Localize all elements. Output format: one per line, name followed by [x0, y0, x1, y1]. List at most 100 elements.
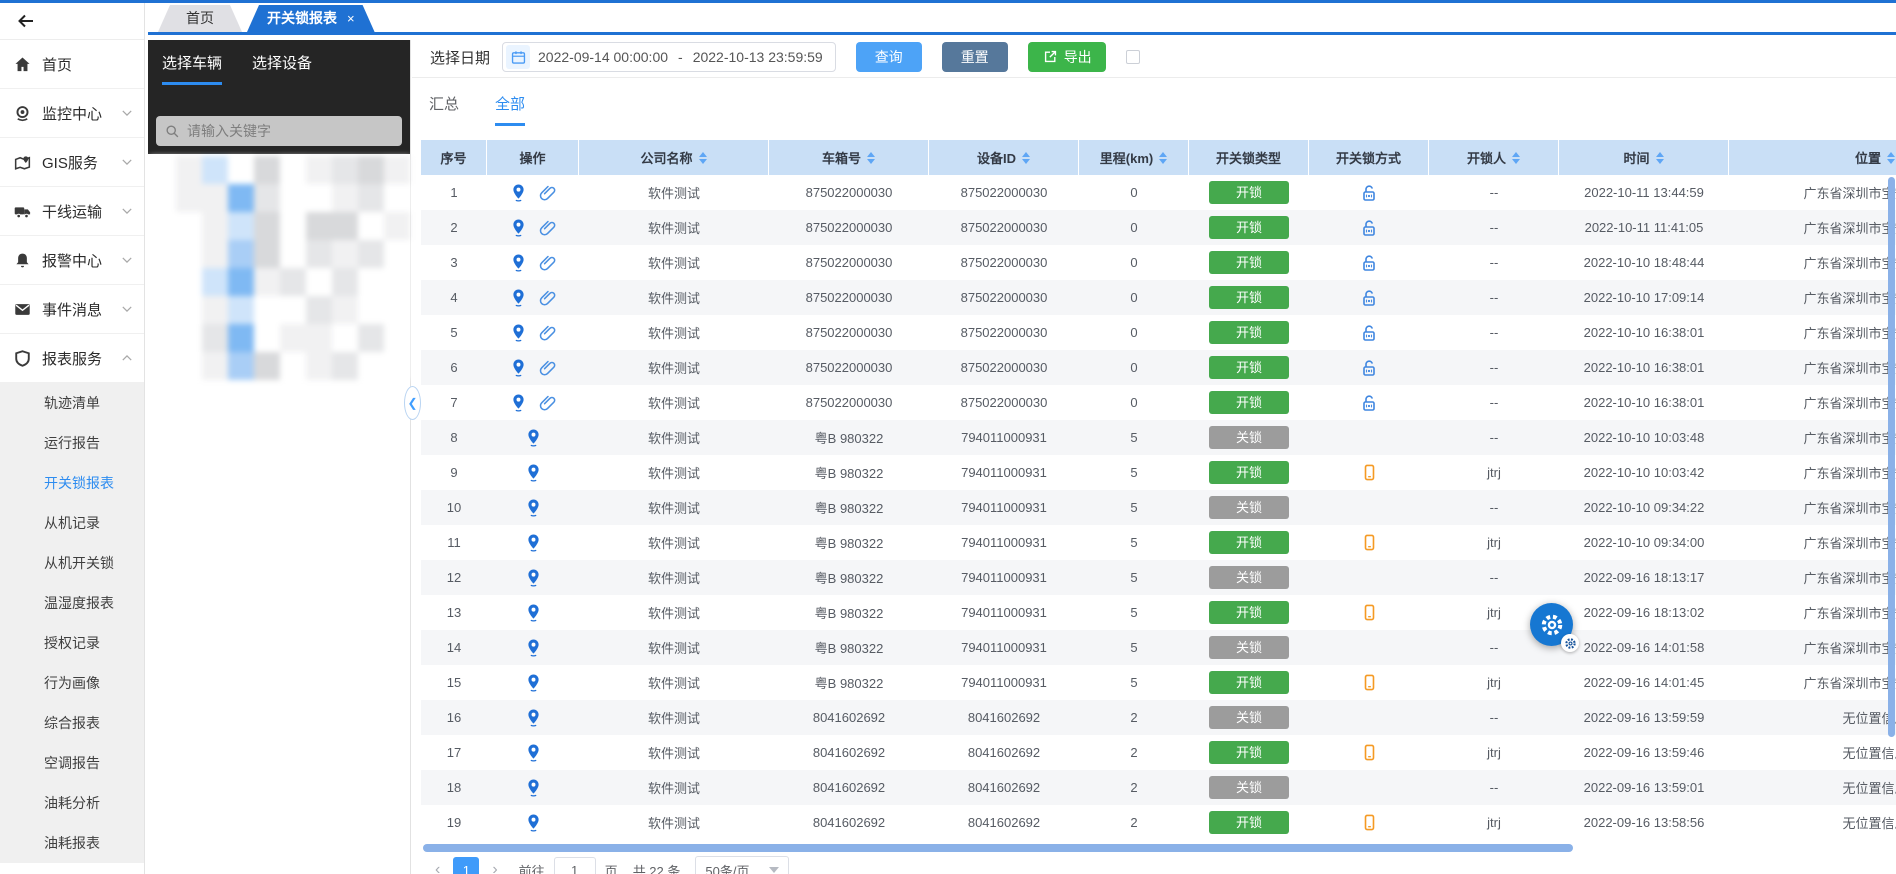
- sidebar-item-首页[interactable]: 首页: [0, 40, 144, 89]
- collapse-panel-button[interactable]: ❮: [404, 386, 421, 420]
- locate-pin-icon[interactable]: [525, 638, 542, 657]
- locate-pin-icon[interactable]: [510, 358, 527, 377]
- tab-summary[interactable]: 汇总: [429, 93, 459, 126]
- sidebar-item-报警中心[interactable]: 报警中心: [0, 236, 144, 285]
- sort-carets-icon[interactable]: [1887, 151, 1895, 164]
- attachment-icon[interactable]: [539, 254, 557, 272]
- attachment-icon[interactable]: [539, 359, 557, 377]
- submenu-item-从机开关锁[interactable]: 从机开关锁: [0, 543, 144, 583]
- reset-button[interactable]: 重置: [941, 42, 1008, 72]
- column-header-公司名称[interactable]: 公司名称: [579, 140, 769, 175]
- column-header-里程(km)[interactable]: 里程(km): [1079, 140, 1189, 175]
- column-header-设备ID[interactable]: 设备ID: [929, 140, 1079, 175]
- submenu-item-运行报告[interactable]: 运行报告: [0, 423, 144, 463]
- locate-pin-icon[interactable]: [510, 288, 527, 307]
- cell-opener: --: [1489, 570, 1499, 585]
- submenu-item-行为画像[interactable]: 行为画像: [0, 663, 144, 703]
- lock-type-badge: 开锁: [1209, 216, 1289, 239]
- column-header-位置[interactable]: 位置: [1729, 140, 1896, 175]
- next-page-button[interactable]: ›: [488, 861, 501, 874]
- sort-carets-icon[interactable]: [1022, 151, 1030, 164]
- current-page-button[interactable]: 1: [453, 857, 480, 874]
- page-size-select[interactable]: 50条/页: [695, 856, 790, 874]
- back-arrow-icon[interactable]: [16, 9, 40, 33]
- sort-carets-icon[interactable]: [1655, 151, 1664, 164]
- locate-pin-icon[interactable]: [525, 743, 542, 762]
- submenu-item-综合报表[interactable]: 综合报表: [0, 703, 144, 743]
- cell-company: 软件测试: [647, 256, 700, 271]
- locate-pin-icon[interactable]: [525, 463, 542, 482]
- submenu-item-授权记录[interactable]: 授权记录: [0, 623, 144, 663]
- tab-home[interactable]: 首页: [158, 5, 242, 32]
- cell-opener: --: [1489, 255, 1499, 270]
- locate-pin-icon[interactable]: [525, 568, 542, 587]
- truck-icon: [12, 201, 32, 221]
- attachment-icon[interactable]: [539, 394, 557, 412]
- attachment-icon[interactable]: [539, 289, 557, 307]
- locate-pin-icon[interactable]: [525, 603, 542, 622]
- export-option-checkbox[interactable]: [1125, 50, 1140, 64]
- small-gear-icon[interactable]: [1561, 634, 1579, 652]
- attachment-icon[interactable]: [539, 324, 557, 342]
- locate-pin-icon[interactable]: [510, 253, 527, 272]
- sidebar-item-GIS服务[interactable]: GIS服务: [0, 138, 144, 187]
- sort-carets-icon[interactable]: [698, 151, 707, 164]
- tab-close-icon[interactable]: ×: [347, 11, 355, 26]
- cell-company: 软件测试: [647, 221, 700, 236]
- tab-select-vehicle[interactable]: 选择车辆: [162, 52, 223, 85]
- cell-time: 2022-10-10 18:48:44: [1583, 255, 1705, 270]
- active-tab-underline: [148, 32, 1896, 35]
- locate-pin-icon[interactable]: [525, 778, 542, 797]
- table-horizontal-scrollbar[interactable]: [423, 844, 1573, 852]
- submenu-item-从机记录[interactable]: 从机记录: [0, 503, 144, 543]
- cell-device-id: 794011000931: [961, 535, 1047, 550]
- tab-lock-report[interactable]: 开关锁报表 ×: [247, 5, 375, 32]
- cell-device-id: 794011000931: [961, 640, 1047, 655]
- attachment-icon[interactable]: [539, 219, 557, 237]
- cell-index: 9: [450, 465, 458, 480]
- attachment-icon[interactable]: [539, 184, 557, 202]
- locate-pin-icon[interactable]: [525, 498, 542, 517]
- locate-pin-icon[interactable]: [525, 708, 542, 727]
- sidebar-item-监控中心[interactable]: 监控中心: [0, 89, 144, 138]
- query-button[interactable]: 查询: [855, 42, 922, 72]
- submenu-item-油耗分析[interactable]: 油耗分析: [0, 783, 144, 823]
- tree-search-strip: [148, 114, 410, 154]
- locate-pin-icon[interactable]: [525, 533, 542, 552]
- sidebar-item-label: 报警中心: [42, 252, 103, 270]
- sidebar-item-报表服务[interactable]: 报表服务: [0, 334, 144, 383]
- cell-plate: 875022000030: [805, 360, 893, 375]
- locate-pin-icon[interactable]: [525, 428, 542, 447]
- table-vertical-scrollbar[interactable]: [1888, 177, 1895, 737]
- locate-pin-icon[interactable]: [525, 673, 542, 692]
- submenu-item-开关锁报表[interactable]: 开关锁报表: [0, 463, 144, 503]
- column-header-时间[interactable]: 时间: [1559, 140, 1729, 175]
- sort-carets-icon[interactable]: [867, 151, 875, 164]
- sort-carets-icon[interactable]: [1159, 151, 1168, 164]
- submenu-item-温湿度报表[interactable]: 温湿度报表: [0, 583, 144, 623]
- sidebar-item-干线运输[interactable]: 干线运输: [0, 187, 144, 236]
- locate-pin-icon[interactable]: [510, 183, 527, 202]
- locate-pin-icon[interactable]: [510, 393, 527, 412]
- date-range-input[interactable]: 2022-09-14 00:00:00 - 2022-10-13 23:59:5…: [502, 42, 836, 72]
- locate-pin-icon[interactable]: [510, 323, 527, 342]
- sidebar-item-事件消息[interactable]: 事件消息: [0, 285, 144, 334]
- locate-pin-icon[interactable]: [525, 813, 542, 832]
- submenu-item-空调报告[interactable]: 空调报告: [0, 743, 144, 783]
- cell-company: 软件测试: [647, 606, 700, 621]
- tree-search-box[interactable]: [156, 116, 402, 146]
- submenu-item-轨迹清单[interactable]: 轨迹清单: [0, 383, 144, 423]
- locate-pin-icon[interactable]: [510, 218, 527, 237]
- tab-select-device[interactable]: 选择设备: [252, 52, 312, 85]
- tab-all[interactable]: 全部: [495, 93, 526, 126]
- submenu-item-油耗报表[interactable]: 油耗报表: [0, 823, 144, 863]
- goto-page-input[interactable]: [553, 857, 596, 874]
- sort-carets-icon[interactable]: [1512, 151, 1520, 164]
- cell-mileage: 2: [1130, 815, 1138, 830]
- search-input[interactable]: [187, 123, 387, 139]
- export-button[interactable]: 导出: [1027, 42, 1106, 72]
- prev-page-button[interactable]: ‹: [431, 861, 444, 874]
- cell-device-id: 8041602692: [967, 815, 1041, 830]
- column-header-开锁人[interactable]: 开锁人: [1429, 140, 1559, 175]
- column-header-车箱号[interactable]: 车箱号: [769, 140, 929, 175]
